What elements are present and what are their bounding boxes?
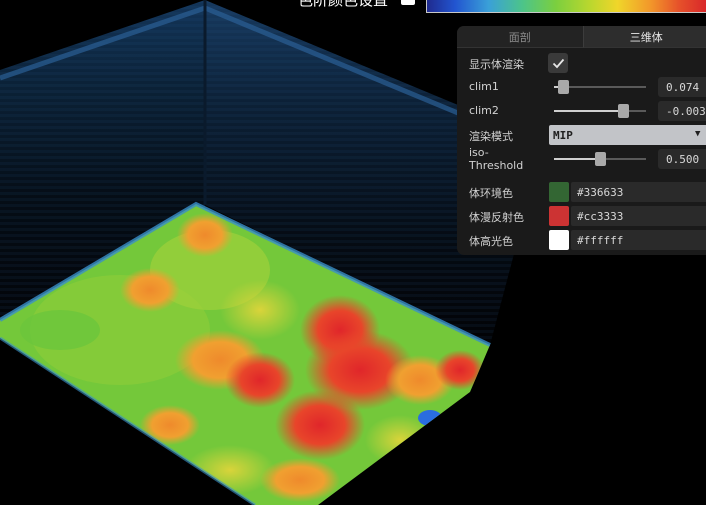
ambient-color-label: 体环境色 [469, 187, 513, 200]
render-mode-label: 渲染模式 [469, 130, 513, 143]
panel-tabs: 面剖 三维体 [457, 26, 706, 48]
clim2-row: clim2 -0.003 [457, 99, 706, 123]
clim1-slider-handle[interactable] [558, 80, 570, 94]
iso-threshold-label-line2: Threshold [469, 159, 524, 172]
iso-threshold-slider-handle[interactable] [595, 152, 606, 166]
check-icon [552, 58, 564, 68]
render-mode-row: 渲染模式 MIP ▼ [457, 123, 706, 147]
clim1-slider[interactable] [554, 80, 646, 94]
specular-color-swatch[interactable] [549, 230, 569, 250]
render-mode-select[interactable]: MIP ▼ [549, 125, 706, 145]
diffuse-color-swatch[interactable] [549, 206, 569, 226]
clim1-label: clim1 [469, 80, 499, 93]
chevron-down-icon: ▼ [695, 129, 701, 139]
ambient-color-row: 体环境色 #336633 [457, 180, 706, 204]
iso-threshold-row: iso- Threshold 0.500 [457, 146, 706, 172]
tab-3d-volume[interactable]: 三维体 [582, 26, 706, 48]
colormap-setting-label: 色阶颜色设置 [298, 0, 389, 9]
specular-color-input[interactable]: #ffffff [571, 230, 706, 250]
tab-section[interactable]: 面剖 [457, 26, 583, 48]
clim2-input[interactable]: -0.003 [658, 101, 706, 121]
iso-threshold-label-line1: iso- [469, 146, 489, 159]
render-mode-value: MIP [553, 128, 573, 142]
clim2-slider-handle[interactable] [618, 104, 629, 118]
diffuse-color-label: 体漫反射色 [469, 211, 524, 224]
colormap-colorbar[interactable] [426, 0, 706, 13]
control-panel: 面剖 三维体 显示体渲染 clim1 0.074 clim2 -0.003 渲染… [457, 26, 706, 255]
show-volume-row: 显示体渲染 [457, 51, 706, 75]
iso-threshold-label: iso- Threshold [469, 146, 523, 172]
diffuse-color-input[interactable]: #cc3333 [571, 206, 706, 226]
iso-threshold-input[interactable]: 0.500 [658, 149, 706, 169]
iso-threshold-slider[interactable] [554, 152, 646, 166]
diffuse-color-row: 体漫反射色 #cc3333 [457, 204, 706, 228]
clim2-label: clim2 [469, 104, 499, 117]
ambient-color-input[interactable]: #336633 [571, 182, 706, 202]
clim1-input[interactable]: 0.074 [658, 77, 706, 97]
show-volume-label: 显示体渲染 [469, 58, 524, 71]
specular-color-row: 体高光色 #ffffff [457, 228, 706, 252]
clim1-row: clim1 0.074 [457, 75, 706, 99]
clim2-slider[interactable] [554, 104, 646, 118]
colormap-checkbox[interactable] [401, 0, 415, 5]
specular-color-label: 体高光色 [469, 235, 513, 248]
show-volume-checkbox[interactable] [548, 53, 568, 73]
ambient-color-swatch[interactable] [549, 182, 569, 202]
